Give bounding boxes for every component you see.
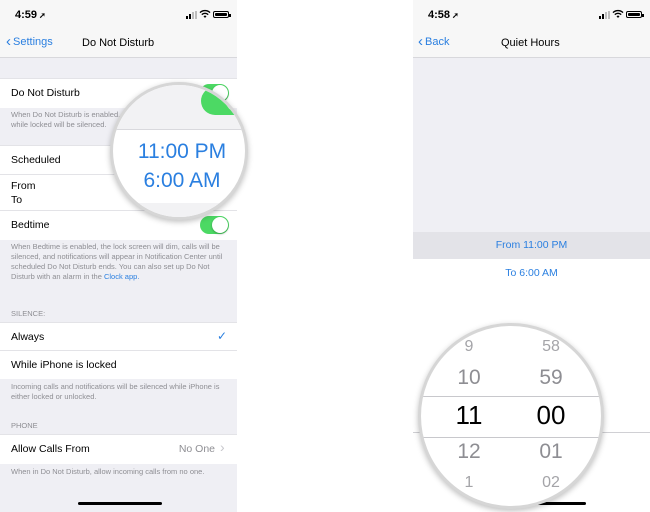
picker-minute[interactable]: 02 xyxy=(521,474,581,492)
allow-calls-label: Allow Calls From xyxy=(11,443,90,455)
allow-calls-value: No One xyxy=(178,443,215,455)
magnified-toggle xyxy=(201,87,245,115)
checkmark-icon: ✓ xyxy=(217,329,228,343)
to-row[interactable]: To 6:00 AM xyxy=(413,259,650,288)
silence-header: SILENCE: xyxy=(11,309,46,318)
allow-calls-row[interactable]: Allow Calls From No One › xyxy=(0,434,237,464)
page-title: Quiet Hours xyxy=(501,37,560,49)
back-button[interactable]: ‹ Settings xyxy=(6,33,53,50)
from-label: From xyxy=(11,180,36,192)
magnifier-time-picker[interactable]: 9 10 11 12 1 58 59 00 01 02 xyxy=(418,323,604,509)
magnified-from-time: 11:00 PM xyxy=(137,140,227,163)
chevron-right-icon: › xyxy=(220,439,225,455)
bedtime-footer: When Bedtime is enabled, the lock screen… xyxy=(11,242,223,281)
silence-footer: Incoming calls and notifications will be… xyxy=(11,382,220,401)
picker-minute[interactable]: 59 xyxy=(521,366,581,390)
picker-minute[interactable]: 01 xyxy=(521,440,581,464)
chevron-left-icon: ‹ xyxy=(6,33,11,50)
bedtime-toggle[interactable] xyxy=(200,216,229,234)
battery-icon xyxy=(213,11,231,18)
silence-option-label: While iPhone is locked xyxy=(11,359,117,371)
back-button[interactable]: ‹ Back xyxy=(418,33,450,50)
picker-hour[interactable]: 1 xyxy=(439,474,499,492)
silence-option-label: Always xyxy=(11,331,45,343)
status-bar: 4:58 ➚ xyxy=(413,0,650,30)
back-button-label: Settings xyxy=(13,36,53,48)
home-indicator xyxy=(78,502,162,505)
picker-minute[interactable]: 58 xyxy=(521,338,581,356)
phone-footer: When in Do Not Disturb, allow incoming c… xyxy=(11,467,205,476)
phone-header: PHONE xyxy=(11,421,38,430)
status-bar: 4:59 ➚ xyxy=(0,0,237,30)
wifi-icon xyxy=(199,9,211,18)
picker-hour[interactable]: 9 xyxy=(439,338,499,356)
page-title: Do Not Disturb xyxy=(82,37,155,49)
battery-icon xyxy=(626,11,644,18)
bedtime-label: Bedtime xyxy=(11,219,50,231)
scheduled-label: Scheduled xyxy=(11,154,61,166)
wifi-icon xyxy=(612,9,624,18)
status-time: 4:58 ➚ xyxy=(428,9,459,21)
picker-hour-selected[interactable]: 11 xyxy=(439,400,499,431)
from-row[interactable]: From 11:00 PM xyxy=(413,232,650,259)
dnd-label: Do Not Disturb xyxy=(11,87,80,99)
location-icon: ➚ xyxy=(39,11,46,20)
picker-minute-selected[interactable]: 00 xyxy=(521,400,581,431)
magnified-to-time: 6:00 AM xyxy=(143,169,221,192)
chevron-left-icon: ‹ xyxy=(418,33,423,50)
status-time: 4:59 ➚ xyxy=(15,9,46,21)
signal-icon xyxy=(599,11,610,19)
magnifier-time-range: 11:00 PM 6:00 AM xyxy=(110,82,248,220)
to-label: To xyxy=(11,194,23,206)
silence-option-always[interactable]: Always ✓ xyxy=(0,322,237,351)
location-icon: ➚ xyxy=(452,11,459,20)
silence-option-locked[interactable]: While iPhone is locked xyxy=(0,350,237,379)
picker-hour[interactable]: 12 xyxy=(439,440,499,464)
clock-app-link[interactable]: Clock app. xyxy=(104,272,139,281)
nav-bar: ‹ Back Quiet Hours xyxy=(413,30,650,58)
picker-hour[interactable]: 10 xyxy=(439,366,499,390)
signal-icon xyxy=(186,11,197,19)
back-button-label: Back xyxy=(425,36,450,48)
nav-bar: ‹ Settings Do Not Disturb xyxy=(0,30,237,58)
left-screen: 4:59 ➚ ‹ Settings Do Not Disturb Do Not D… xyxy=(0,0,237,512)
